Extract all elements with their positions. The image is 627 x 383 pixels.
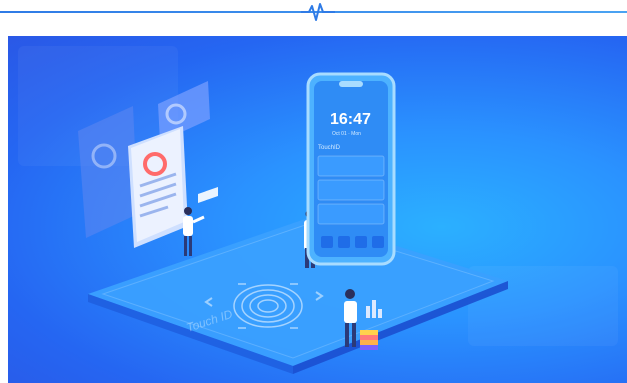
hero-banner: Touch ID 16:47 Oct 01 · Mon TouchID [8,36,627,383]
mail-icon [372,236,384,248]
book-stack [360,330,378,350]
speech-bubble [198,187,218,203]
phone-time: 16:47 [330,111,371,128]
top-header [0,0,627,36]
phone-label: TouchID [318,145,341,151]
report-document [128,126,188,248]
heartbeat-icon [301,3,335,21]
hero-illustration: Touch ID 16:47 Oct 01 · Mon TouchID [18,46,618,374]
smartphone: 16:47 Oct 01 · Mon TouchID [306,72,396,266]
phone-date: Oct 01 · Mon [332,131,361,137]
document-icon [355,236,367,248]
phone-icon [321,236,333,248]
person-left [183,207,205,256]
music-icon [338,236,350,248]
